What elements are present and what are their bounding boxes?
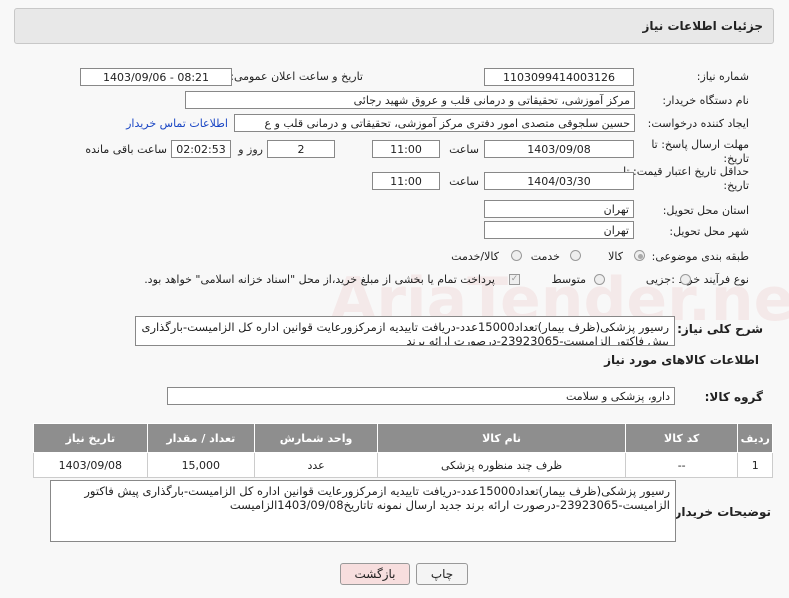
creator-label: ایجاد کننده درخواست: <box>647 117 749 130</box>
cell-qty: 15,000 <box>146 452 255 478</box>
goods-group-label: گروه کالا: <box>704 390 763 404</box>
back-button[interactable]: بازگشت <box>340 563 410 585</box>
need-number-label: شماره نیاز: <box>696 70 749 83</box>
goods-section-title: اطلاعات کالاهای مورد نیاز <box>604 353 759 367</box>
cell-date: 1403/09/08 <box>33 452 148 478</box>
reply-deadline-label: مهلت ارسال پاسخ: تا تاریخ: <box>651 138 749 165</box>
validity-time-label: ساعت <box>449 175 479 188</box>
process-option-medium: متوسط <box>551 273 586 286</box>
col-row: ردیف <box>737 423 773 453</box>
col-name: نام کالا <box>377 423 626 453</box>
category-option-goods: کالا <box>608 250 623 263</box>
cell-name: ظرف چند منظوره پزشکی <box>377 452 626 478</box>
col-code: کد کالا <box>624 423 739 453</box>
print-button[interactable]: چاپ <box>416 563 468 585</box>
process-radio-medium[interactable] <box>594 274 605 285</box>
days-field[interactable]: 2 <box>267 140 335 158</box>
cell-row: 1 <box>737 452 773 478</box>
buyer-field[interactable]: مرکز آموزشی، تحقیقاتی و درمانی قلب و عرو… <box>185 91 635 109</box>
buyer-notes-textarea[interactable]: رسیور پزشکی(ظرف بیمار)تعداد15000عدد-دریا… <box>50 480 676 542</box>
cell-unit: عدد <box>253 452 379 478</box>
reply-time-label: ساعت <box>449 143 479 156</box>
process-radio-minor[interactable] <box>680 274 691 285</box>
process-option-minor: جزیی <box>645 273 671 286</box>
col-unit: واحد شمارش <box>253 423 379 453</box>
reply-time-field[interactable]: 11:00 <box>372 140 440 158</box>
creator-field[interactable]: حسین سلجوقی متصدی امور دفتری مرکز آموزشی… <box>234 114 635 132</box>
city-label: شهر محل تحویل: <box>669 225 749 238</box>
buyer-notes-label: توضیحات خریدار: <box>669 505 771 519</box>
description-textarea[interactable]: رسیور پزشکی(ظرف بیمار)تعداد15000عدد-دریا… <box>135 316 675 346</box>
remaining-time-field[interactable]: 02:02:53 <box>171 140 231 158</box>
remaining-label: ساعت باقی مانده <box>85 143 167 156</box>
days-label: روز و <box>238 143 263 156</box>
table-row[interactable]: 1 -- ظرف چند منظوره پزشکی عدد 15,000 140… <box>33 452 773 478</box>
announce-label: تاریخ و ساعت اعلان عمومی: <box>230 70 363 83</box>
reply-date-field[interactable]: 1403/09/08 <box>484 140 634 158</box>
page-title: جزئیات اطلاعات نیاز <box>642 19 763 33</box>
category-radio-goods[interactable] <box>634 250 645 261</box>
validity-time-field[interactable]: 11:00 <box>372 172 440 190</box>
buyer-label: نام دستگاه خریدار: <box>662 94 749 107</box>
validity-date-field[interactable]: 1404/03/30 <box>484 172 634 190</box>
treasury-checkbox[interactable]: ✓ <box>509 274 520 285</box>
payment-note: پرداخت تمام یا بخشی از مبلغ خرید،از محل … <box>144 273 495 286</box>
category-option-both: کالا/خدمت <box>451 250 499 263</box>
cell-code: -- <box>624 452 739 478</box>
page-header: جزئیات اطلاعات نیاز <box>14 8 774 44</box>
announce-field[interactable]: 1403/09/06 - 08:21 <box>80 68 232 86</box>
col-qty: تعداد / مقدار <box>146 423 255 453</box>
category-radio-both[interactable] <box>511 250 522 261</box>
description-label: شرح کلی نیاز: <box>677 322 763 336</box>
need-number-field[interactable]: 1103099414003126 <box>484 68 634 86</box>
category-option-service: خدمت <box>530 250 560 263</box>
goods-table-header: ردیف کد کالا نام کالا واحد شمارش تعداد /… <box>33 423 773 453</box>
province-field[interactable]: تهران <box>484 200 634 218</box>
city-field[interactable]: تهران <box>484 221 634 239</box>
col-date: تاریخ نیاز <box>33 423 148 453</box>
goods-table: ردیف کد کالا نام کالا واحد شمارش تعداد /… <box>33 423 773 478</box>
category-radio-service[interactable] <box>570 250 581 261</box>
goods-group-field[interactable]: دارو، پزشکی و سلامت <box>167 387 675 405</box>
contact-link[interactable]: اطلاعات تماس خریدار <box>126 117 228 130</box>
category-label: طبقه بندی موضوعی: <box>651 250 749 263</box>
province-label: استان محل تحویل: <box>662 204 749 217</box>
